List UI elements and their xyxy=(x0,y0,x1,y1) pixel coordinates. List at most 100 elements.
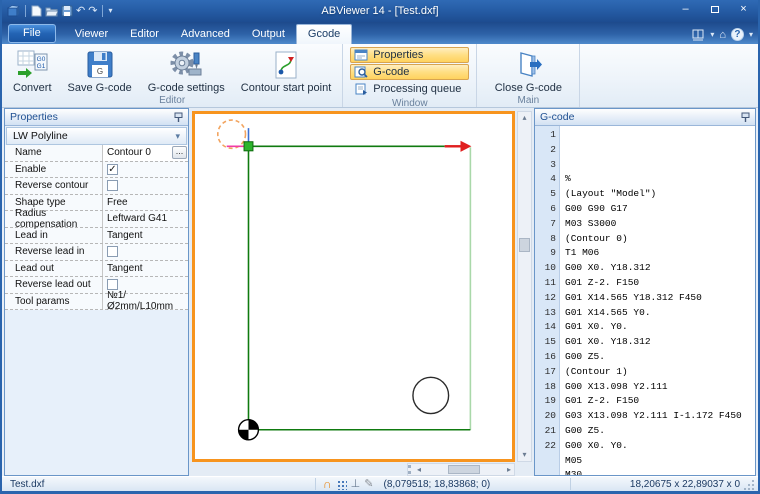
gcode-line[interactable]: % xyxy=(565,172,755,187)
gcode-line[interactable]: G01 Z-2. F150 xyxy=(565,394,755,409)
origin-marker[interactable] xyxy=(239,420,259,440)
gcode-line[interactable]: M05 xyxy=(565,454,755,469)
svg-text:G1: G1 xyxy=(37,63,46,70)
scrollbar-grip[interactable] xyxy=(408,465,411,474)
drawing-canvas-area[interactable]: ▴ ▾ ◂ ▸ xyxy=(189,108,534,476)
gcode-line-number: 2 xyxy=(535,143,556,158)
ortho-icon[interactable]: ⊥ xyxy=(351,479,361,490)
snap-magnet-icon[interactable]: ∩ xyxy=(323,479,332,489)
drawing-frame[interactable] xyxy=(192,111,515,462)
gcode-settings-icon xyxy=(169,49,203,81)
qat-separator xyxy=(25,5,26,17)
start-point-marker[interactable] xyxy=(244,142,253,151)
radius-compensation-value[interactable]: Leftward G41 xyxy=(102,211,188,227)
qat-separator xyxy=(102,5,103,17)
pin-icon[interactable] xyxy=(174,112,183,123)
gcode-line[interactable]: G00 X0. Y18.312 xyxy=(565,261,755,276)
help-dropdown-icon[interactable]: ▾ xyxy=(749,30,753,39)
gcode-line[interactable]: G01 Z-2. F150 xyxy=(565,276,755,291)
gcode-lines[interactable]: %(Layout "Model")G00 G90 G17M03 S3000(Co… xyxy=(560,126,755,475)
pin-icon[interactable] xyxy=(741,112,750,123)
draw-mode-icon[interactable]: ✎ xyxy=(364,479,373,490)
drill-contour-circle[interactable] xyxy=(413,377,449,413)
gcode-line[interactable]: G01 X14.565 Y18.312 F450 xyxy=(565,291,755,306)
maximize-button[interactable] xyxy=(700,0,729,18)
gcode-line[interactable]: (Layout "Model") xyxy=(565,187,755,202)
gcode-line-number: 9 xyxy=(535,246,556,261)
gcode-line[interactable]: G00 Z5. xyxy=(565,424,755,439)
gcode-toggle-button[interactable]: G-code xyxy=(350,64,469,80)
maximize-icon xyxy=(711,6,719,13)
save-icon[interactable] xyxy=(61,5,73,17)
vertical-scroll-thumb[interactable] xyxy=(519,238,530,252)
gcode-line[interactable]: M03 S3000 xyxy=(565,217,755,232)
name-value-field[interactable]: Contour 0 ... xyxy=(102,145,188,161)
tool-params-value[interactable]: №1/Ø2mm/L10mm xyxy=(102,294,188,310)
scroll-down-icon[interactable]: ▾ xyxy=(519,449,529,461)
reverse-lead-out-checkbox[interactable] xyxy=(107,279,118,290)
plotter-icon[interactable] xyxy=(691,28,705,41)
tab-editor[interactable]: Editor xyxy=(119,25,170,44)
close-gcode-button[interactable]: Close G-code xyxy=(487,46,570,95)
lead-out-value[interactable]: Tangent xyxy=(102,261,188,277)
gcode-line[interactable]: M30 xyxy=(565,468,755,475)
scroll-left-icon[interactable]: ◂ xyxy=(414,464,424,476)
plotter-dropdown-icon[interactable]: ▾ xyxy=(710,30,714,39)
gcode-line[interactable]: G01 X14.565 Y0. xyxy=(565,306,755,321)
gcode-line[interactable]: G00 X13.098 Y2.111 xyxy=(565,380,755,395)
gcode-line[interactable]: G00 Z5. xyxy=(565,350,755,365)
enable-checkbox[interactable]: ✓ xyxy=(107,164,118,175)
new-file-icon[interactable] xyxy=(31,5,42,17)
contour-start-point-icon xyxy=(271,49,301,81)
gcode-line-number: 21 xyxy=(535,424,556,439)
gcode-line[interactable]: G01 X0. Y0. xyxy=(565,320,755,335)
tab-viewer[interactable]: Viewer xyxy=(64,25,119,44)
lead-in-value[interactable]: Tangent xyxy=(102,228,188,244)
reverse-contour-checkbox[interactable] xyxy=(107,180,118,191)
statusbar-snap-tools: ∩ ⊥ ✎ xyxy=(319,479,377,490)
gcode-settings-button[interactable]: G-code settings xyxy=(140,46,233,95)
gcode-line[interactable]: G01 X0. Y18.312 xyxy=(565,335,755,350)
canvas-vertical-scrollbar[interactable]: ▴ ▾ xyxy=(517,111,532,462)
gcode-line[interactable]: T1 M06 xyxy=(565,246,755,261)
gcode-line[interactable]: G00 G90 G17 xyxy=(565,202,755,217)
undo-icon[interactable]: ↶ xyxy=(76,5,85,17)
help-icon[interactable]: ? xyxy=(731,28,744,41)
canvas-horizontal-scrollbar[interactable]: ◂ ▸ xyxy=(407,463,515,476)
shape-type-value[interactable]: Free xyxy=(102,195,188,211)
tab-file[interactable]: File xyxy=(8,24,56,43)
home-icon[interactable]: ⌂ xyxy=(719,29,726,41)
resize-grip-icon[interactable] xyxy=(744,478,756,490)
save-gcode-button[interactable]: G Save G-code xyxy=(60,46,140,95)
horizontal-scroll-thumb[interactable] xyxy=(448,465,480,474)
name-more-button[interactable]: ... xyxy=(172,146,187,159)
contour-start-point-button[interactable]: Contour start point xyxy=(233,46,340,95)
tab-gcode[interactable]: Gcode xyxy=(296,24,352,44)
gcode-line[interactable]: (Contour 0) xyxy=(565,232,755,247)
tab-output[interactable]: Output xyxy=(241,25,296,44)
processing-queue-button[interactable]: Processing queue xyxy=(350,81,469,97)
gcode-line[interactable]: G00 X0. Y0. xyxy=(565,439,755,454)
scroll-up-icon[interactable]: ▴ xyxy=(519,112,529,124)
properties-toggle-button[interactable]: Properties xyxy=(350,47,469,63)
entity-type-selector[interactable]: LW Polyline ▾ xyxy=(6,127,187,145)
gcode-editor[interactable]: 12345678910111213141516171819202122 %(La… xyxy=(535,126,755,475)
properties-toggle-label: Properties xyxy=(373,49,423,61)
grid-icon[interactable] xyxy=(336,479,347,490)
tab-advanced[interactable]: Advanced xyxy=(170,25,241,44)
open-file-icon[interactable] xyxy=(45,5,58,17)
gcode-line-number: 16 xyxy=(535,350,556,365)
property-label: Reverse contour xyxy=(5,178,102,194)
app-logo-icon[interactable] xyxy=(7,5,20,17)
close-button[interactable]: × xyxy=(729,0,758,18)
gcode-line[interactable]: (Contour 1) xyxy=(565,365,755,380)
redo-icon[interactable]: ↷ xyxy=(88,5,97,17)
lead-in-circle[interactable] xyxy=(218,120,246,148)
qat-customize-icon[interactable]: ▾ xyxy=(108,5,112,17)
gcode-line[interactable]: G03 X13.098 Y2.111 I-1.172 F450 xyxy=(565,409,755,424)
scroll-right-icon[interactable]: ▸ xyxy=(504,464,514,476)
minimize-button[interactable]: – xyxy=(671,0,700,18)
quick-access-toolbar: ↶ ↷ ▾ xyxy=(2,0,112,22)
reverse-lead-in-checkbox[interactable] xyxy=(107,246,118,257)
convert-button[interactable]: G0 G1 Convert xyxy=(5,46,60,95)
